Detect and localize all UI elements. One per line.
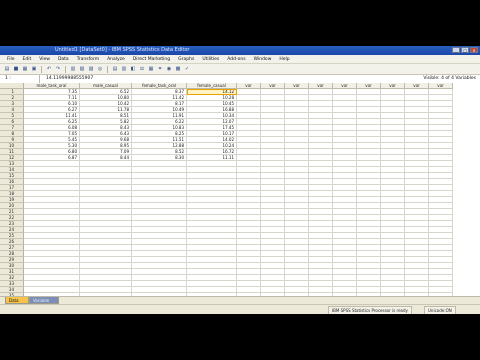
menu-edit[interactable]: Edit: [19, 57, 36, 62]
open-icon[interactable]: ▤: [3, 66, 11, 73]
menu-bar: File Edit View Data Transform Analyze Di…: [0, 55, 480, 64]
variables-icon[interactable]: ▨: [87, 66, 95, 73]
menu-direct-marketing[interactable]: Direct Marketing: [129, 57, 174, 62]
weight-cases-icon[interactable]: ⚖: [138, 66, 146, 73]
split-file-icon[interactable]: ◧: [129, 66, 137, 73]
redo-icon[interactable]: ↷: [54, 66, 62, 73]
goto-variable-icon[interactable]: ▧: [78, 66, 86, 73]
data-grid[interactable]: male_task_oral male_casual female_task_ora…: [0, 83, 480, 296]
menu-view[interactable]: View: [35, 57, 54, 62]
menu-file[interactable]: File: [3, 57, 19, 62]
spelling-icon[interactable]: ✓: [183, 66, 191, 73]
menu-analyze[interactable]: Analyze: [103, 57, 129, 62]
save-icon[interactable]: ■: [12, 66, 20, 73]
use-sets-icon[interactable]: ◉: [165, 66, 173, 73]
select-cases-icon[interactable]: ▦: [147, 66, 155, 73]
menu-window[interactable]: Window: [250, 57, 276, 62]
menu-help[interactable]: Help: [275, 57, 293, 62]
menu-graphs[interactable]: Graphs: [174, 57, 198, 62]
window-title: Untitled1 [DataSet0] - IBM SPSS Statisti…: [55, 47, 190, 53]
toolbar-separator: [107, 65, 108, 73]
minimize-button[interactable]: _: [452, 47, 460, 53]
toolbar: ▤ ■ ▦ ▣ ↶ ↷ ▥ ▧ ▨ ◎ ▤ ▥ ◧ ⚖ ▦ ⌗ ◉ ▩ ✓: [0, 64, 480, 75]
undo-icon[interactable]: ↶: [45, 66, 53, 73]
menu-utilities[interactable]: Utilities: [198, 57, 223, 62]
title-bar: Untitled1 [DataSet0] - IBM SPSS Statisti…: [0, 46, 480, 55]
menu-add-ons[interactable]: Add-ons: [223, 57, 249, 62]
goto-case-icon[interactable]: ▥: [69, 66, 77, 73]
show-all-icon[interactable]: ▩: [174, 66, 182, 73]
maximize-button[interactable]: □: [461, 47, 469, 53]
visible-variables-label: Visible: 4 of 4 Variables: [423, 76, 476, 81]
insert-cases-icon[interactable]: ▤: [111, 66, 119, 73]
status-bar: IBM SPSS Statistics Processor is ready U…: [0, 304, 480, 314]
find-icon[interactable]: ◎: [96, 66, 104, 73]
cell-value-input[interactable]: 14.11999988555907: [46, 75, 93, 83]
dialog-recall-icon[interactable]: ▣: [30, 66, 38, 73]
toolbar-separator: [65, 65, 66, 73]
menu-data[interactable]: Data: [54, 57, 73, 62]
print-icon[interactable]: ▦: [21, 66, 29, 73]
toolbar-separator: [41, 65, 42, 73]
close-button[interactable]: ×: [470, 47, 478, 53]
tab-data-view[interactable]: Data View: [5, 297, 29, 310]
unicode-status: Unicode:ON: [424, 306, 456, 314]
insert-variable-icon[interactable]: ▥: [120, 66, 128, 73]
menu-transform[interactable]: Transform: [73, 57, 103, 62]
processor-status: IBM SPSS Statistics Processor is ready: [328, 306, 412, 314]
spss-window: Untitled1 [DataSet0] - IBM SPSS Statisti…: [0, 46, 480, 314]
tab-variable-view[interactable]: Variable View: [29, 297, 59, 310]
value-labels-icon[interactable]: ⌗: [156, 66, 164, 73]
